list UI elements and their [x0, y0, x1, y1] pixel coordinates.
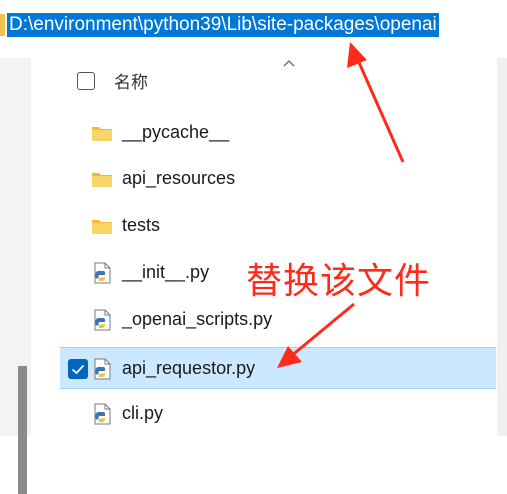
column-header[interactable]: 名称: [60, 62, 496, 98]
file-list-scrollbar[interactable]: [497, 58, 507, 436]
python-file-icon: [91, 403, 113, 425]
address-bar-edge: [0, 14, 5, 36]
list-item[interactable]: tests: [60, 205, 496, 247]
folder-icon: [91, 215, 113, 237]
folder-icon: [91, 122, 113, 144]
list-item[interactable]: _openai_scripts.py: [60, 299, 496, 341]
python-file-icon: [91, 358, 113, 380]
python-file-icon: [91, 262, 113, 284]
file-name: cli.py: [122, 403, 164, 423]
address-bar[interactable]: D:\environment\python39\Lib\site-package…: [0, 0, 507, 44]
file-name: tests: [122, 215, 161, 235]
list-item[interactable]: api_resources: [60, 158, 496, 200]
file-name: api_requestor.py: [122, 358, 256, 378]
list-item[interactable]: __pycache__: [60, 112, 496, 154]
list-item-selected[interactable]: api_requestor.py: [60, 347, 496, 389]
annotation-text: 替换该文件: [246, 261, 432, 302]
select-all-checkbox[interactable]: [77, 72, 95, 90]
checked-checkbox-icon[interactable]: [68, 359, 88, 379]
address-path[interactable]: D:\environment\python39\Lib\site-package…: [7, 13, 439, 37]
list-item[interactable]: cli.py: [60, 393, 496, 435]
file-name: _openai_scripts.py: [122, 309, 273, 329]
file-name: api_resources: [122, 168, 236, 188]
nav-scrollbar-thumb[interactable]: [18, 366, 27, 494]
sort-ascending-icon: [283, 60, 295, 67]
file-name: __pycache__: [122, 122, 230, 142]
python-file-icon: [91, 309, 113, 331]
file-name: __init__.py: [122, 262, 210, 282]
navigation-pane: [0, 58, 31, 494]
name-column-label[interactable]: 名称: [114, 68, 148, 93]
folder-icon: [91, 168, 113, 190]
